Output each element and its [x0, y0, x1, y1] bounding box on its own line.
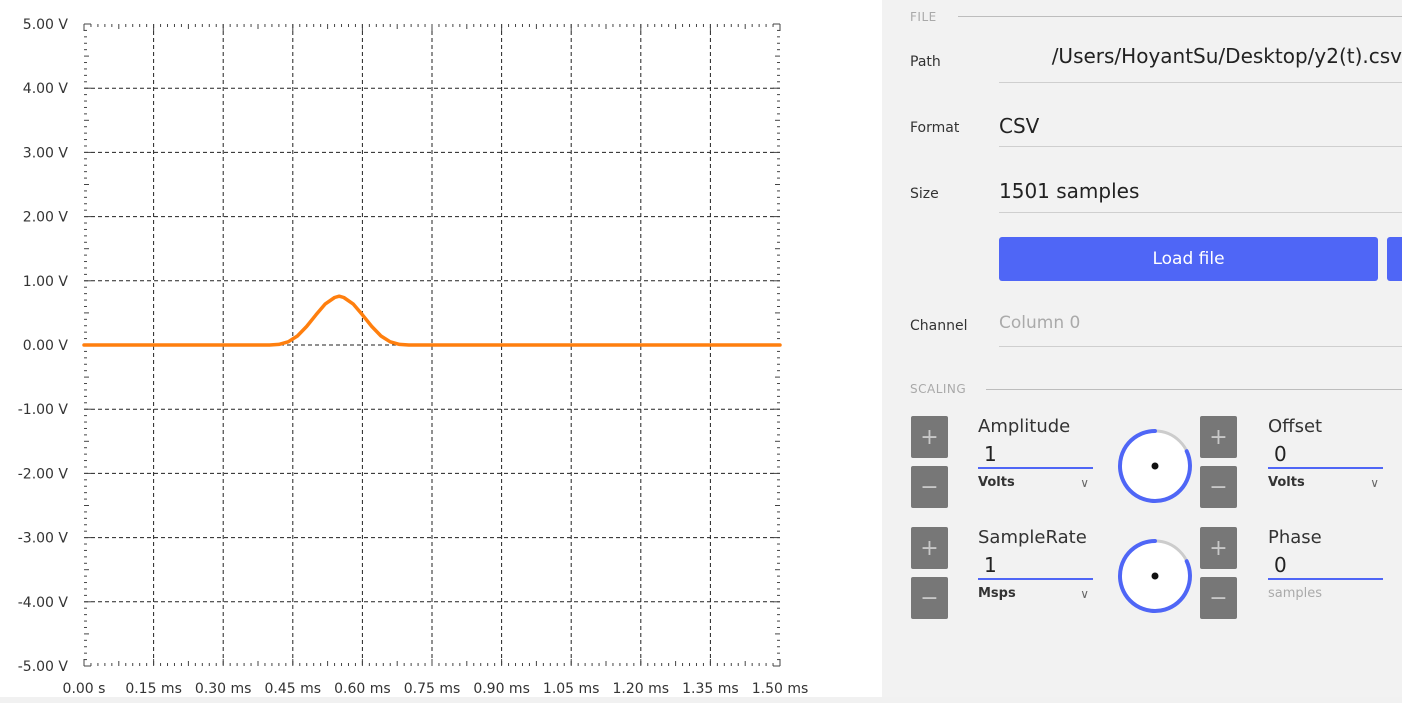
y-tick-label: 0.00 V: [23, 338, 69, 354]
load-file-button[interactable]: Load file: [999, 237, 1378, 281]
size-underline: [999, 212, 1402, 213]
phase-stepper: + −: [1200, 527, 1237, 619]
size-label: Size: [910, 186, 939, 202]
y-tick-label: 1.00 V: [23, 274, 69, 290]
chevron-down-icon: ∨: [1080, 475, 1089, 490]
file-section-divider: [958, 16, 1402, 17]
x-tick-label: 0.15 ms: [125, 681, 182, 697]
x-tick-label: 1.05 ms: [543, 681, 600, 697]
x-tick-label: 1.35 ms: [682, 681, 739, 697]
samplerate-decrement-button[interactable]: −: [911, 577, 948, 619]
amplitude-increment-button[interactable]: +: [911, 416, 948, 458]
offset-increment-button[interactable]: +: [1200, 416, 1237, 458]
size-value: 1501 samples: [999, 179, 1140, 203]
chevron-down-icon: ∨: [1080, 586, 1089, 601]
y-tick-label: 4.00 V: [23, 81, 69, 97]
waveform-plot[interactable]: 5.00 V 4.00 V 3.00 V 2.00 V 1.00 V 0.00 V -1.0…: [0, 0, 860, 703]
amplitude-control: Amplitude 1 Volts ∨: [978, 416, 1096, 490]
settings-panel: FILE Path /Users/HoyantSu/Desktop/y2(t).…: [882, 0, 1402, 697]
secondary-file-button[interactable]: [1387, 237, 1402, 281]
phase-control: Phase 0 samples: [1268, 527, 1386, 601]
x-tick-label: 0.90 ms: [473, 681, 530, 697]
x-tick-label: 0.00 s: [63, 681, 106, 697]
amplitude-unit-select[interactable]: Volts ∨: [978, 475, 1093, 490]
channel-underline: [999, 346, 1402, 347]
amplitude-decrement-button[interactable]: −: [911, 466, 948, 508]
amplitude-input[interactable]: 1: [978, 441, 1093, 469]
y-tick-label: 3.00 V: [23, 145, 69, 161]
amplitude-stepper: + −: [911, 416, 948, 508]
samplerate-unit-select[interactable]: Msps ∨: [978, 586, 1093, 601]
waveform-chart: 5.00 V 4.00 V 3.00 V 2.00 V 1.00 V 0.00 V -1.0…: [18, 17, 809, 697]
path-field[interactable]: /Users/HoyantSu/Desktop/y2(t).csv: [999, 44, 1402, 80]
path-value: /Users/HoyantSu/Desktop/y2(t).csv: [1051, 44, 1402, 68]
samplerate-input[interactable]: 1: [978, 552, 1093, 580]
format-value[interactable]: CSV: [999, 114, 1039, 138]
y-tick-label: 5.00 V: [23, 17, 69, 33]
offset-unit-select[interactable]: Volts ∨: [1268, 475, 1383, 490]
x-tick-label: 0.60 ms: [334, 681, 391, 697]
amplitude-knob[interactable]: [1115, 426, 1195, 506]
samplerate-unit-label: Msps: [978, 586, 1016, 601]
phase-increment-button[interactable]: +: [1200, 527, 1237, 569]
y-tick-label: -1.00 V: [18, 402, 69, 418]
y-tick-label: -2.00 V: [18, 466, 69, 482]
chevron-down-icon: ∨: [1370, 475, 1379, 490]
offset-decrement-button[interactable]: −: [1200, 466, 1237, 508]
path-underline: [999, 82, 1402, 83]
y-tick-label: -5.00 V: [18, 659, 69, 675]
samplerate-label: SampleRate: [978, 527, 1087, 548]
x-tick-label: 0.75 ms: [404, 681, 461, 697]
amplitude-unit-label: Volts: [978, 475, 1015, 490]
offset-control: Offset 0 Volts ∨: [1268, 416, 1386, 490]
x-tick-label: 0.45 ms: [265, 681, 322, 697]
x-tick-label: 1.20 ms: [613, 681, 670, 697]
amplitude-label: Amplitude: [978, 416, 1071, 437]
channel-label: Channel: [910, 318, 968, 334]
y-tick-label: -4.00 V: [18, 595, 69, 611]
channel-select[interactable]: Column 0: [999, 313, 1080, 333]
offset-label: Offset: [1268, 416, 1323, 437]
path-label: Path: [910, 54, 941, 70]
samplerate-knob[interactable]: [1115, 536, 1195, 616]
x-tick-label: 0.30 ms: [195, 681, 252, 697]
format-underline: [999, 146, 1402, 147]
file-section-title: FILE: [910, 10, 937, 24]
offset-stepper: + −: [1200, 416, 1237, 508]
offset-unit-label: Volts: [1268, 475, 1305, 490]
scaling-section-divider: [986, 389, 1402, 390]
phase-decrement-button[interactable]: −: [1200, 577, 1237, 619]
y-tick-label: -3.00 V: [18, 531, 69, 547]
phase-unit-label: samples: [1268, 586, 1323, 601]
phase-input[interactable]: 0: [1268, 552, 1383, 580]
y-tick-label: 2.00 V: [23, 210, 69, 226]
format-label: Format: [910, 120, 960, 136]
samplerate-stepper: + −: [911, 527, 948, 619]
phase-label: Phase: [1268, 527, 1322, 548]
bottom-strip: [0, 697, 1402, 703]
offset-input[interactable]: 0: [1268, 441, 1383, 469]
samplerate-increment-button[interactable]: +: [911, 527, 948, 569]
x-tick-label: 1.50 ms: [752, 681, 809, 697]
scaling-section-title: SCALING: [910, 382, 967, 396]
samplerate-control: SampleRate 1 Msps ∨: [978, 527, 1096, 601]
